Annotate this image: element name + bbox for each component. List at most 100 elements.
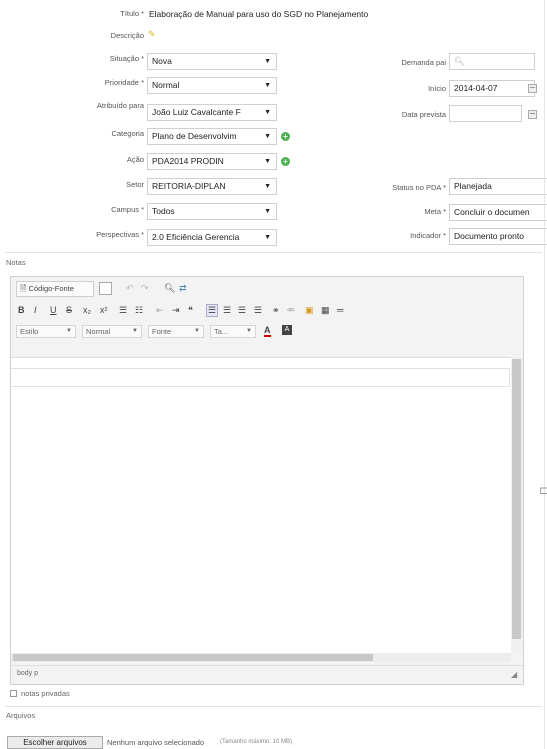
font-select[interactable]: Fonte ▼ xyxy=(148,325,204,338)
attachments-divider xyxy=(5,706,542,707)
attachments-label: Arquivos xyxy=(6,711,36,720)
situacao-label: Situação * xyxy=(109,54,144,63)
status-pda-label: Status no PDA * xyxy=(392,183,446,192)
atribuido-select[interactable]: João Luiz Cavalcante F ▼ xyxy=(147,104,277,121)
toolbar-row-1: 🗎 Código-Fonte ↶ ↷ 🔍︎ ⇄ xyxy=(16,281,216,299)
setor-select[interactable]: REITORIA-DIPLAN ▼ xyxy=(147,178,277,195)
source-button[interactable]: 🗎 Código-Fonte xyxy=(16,281,94,297)
demanda-pai-input[interactable]: 🔍︎ xyxy=(449,53,535,70)
chevron-down-icon: ▼ xyxy=(264,158,271,165)
notes-label: Notas xyxy=(6,258,26,267)
inicio-label: Início xyxy=(428,84,446,93)
descricao-label: Descrição xyxy=(110,31,144,40)
perspectivas-label: Perspectivas * xyxy=(96,230,144,239)
right-panel-border xyxy=(544,0,545,749)
style-select[interactable]: Estilo ▼ xyxy=(16,325,76,338)
format-select[interactable]: Normal ▼ xyxy=(82,325,142,338)
indent-icon[interactable]: ⇥ xyxy=(172,305,180,316)
chevron-down-icon: ▼ xyxy=(264,208,271,215)
editor-hscrollbar[interactable] xyxy=(11,653,511,662)
private-notes-checkbox[interactable] xyxy=(10,690,17,697)
demanda-pai-label: Demanda pai xyxy=(401,58,446,67)
titulo-value: Elaboração de Manual para uso do SGD no … xyxy=(149,9,369,19)
chevron-down-icon: ▼ xyxy=(264,234,271,241)
editor-paragraph xyxy=(11,368,510,387)
table-icon[interactable]: ▦ xyxy=(321,305,330,316)
align-left-icon[interactable]: ☰ xyxy=(206,304,219,317)
editor-vscrollbar[interactable] xyxy=(511,357,523,653)
data-prevista-input[interactable] xyxy=(449,105,522,122)
campus-label: Campus * xyxy=(111,205,144,214)
chevron-down-icon: ▼ xyxy=(264,58,271,65)
editor-content[interactable] xyxy=(11,357,511,653)
perspectivas-select[interactable]: 2.0 Eficiência Gerencia ▼ xyxy=(147,229,277,246)
atribuido-label: Atribuído para xyxy=(96,101,144,110)
link-icon[interactable]: ⚭ xyxy=(272,305,280,316)
inicio-input[interactable]: 2014-04-07 xyxy=(449,80,535,97)
chevron-down-icon: ▼ xyxy=(66,328,72,334)
chevron-down-icon: ▼ xyxy=(264,109,271,116)
titulo-label: Título * xyxy=(120,9,144,18)
image-icon[interactable]: ▣ xyxy=(305,305,314,316)
private-notes-label: notas privadas xyxy=(21,689,70,698)
chevron-down-icon: ▼ xyxy=(264,133,271,140)
outdent-icon[interactable]: ⇤ xyxy=(156,305,164,316)
calendar-icon[interactable] xyxy=(528,84,537,93)
redo-icon[interactable]: ↷ xyxy=(141,283,149,294)
toolbar-row-3: Estilo ▼ Normal ▼ Fonte ▼ Ta... ▼ A A xyxy=(16,325,496,339)
underline-icon[interactable]: U xyxy=(50,305,57,315)
status-pda-select[interactable]: Planejada xyxy=(449,178,547,195)
categoria-select[interactable]: Plano de Desenvolvim ▼ xyxy=(147,128,277,145)
acao-select[interactable]: PDA2014 PRODIN ▼ xyxy=(147,153,277,170)
chevron-down-icon: ▼ xyxy=(264,82,271,89)
resize-handle-icon[interactable]: ◢ xyxy=(511,670,517,679)
italic-icon[interactable]: I xyxy=(34,305,37,315)
categoria-label: Categoria xyxy=(111,129,144,138)
undo-icon[interactable]: ↶ xyxy=(126,283,134,294)
add-acao-icon[interactable]: + xyxy=(281,157,290,166)
find-icon[interactable]: 🔍︎ xyxy=(164,283,175,294)
editor-frame: 🗎 Código-Fonte ↶ ↷ 🔍︎ ⇄ B I U S x₂ x² ☰ … xyxy=(10,276,524,685)
scroll-thumb[interactable] xyxy=(512,359,521,639)
calendar-icon[interactable] xyxy=(528,110,537,119)
sidebar-toggle-icon[interactable]: ⊏ xyxy=(539,484,547,497)
new-page-icon[interactable] xyxy=(99,282,112,295)
campus-select[interactable]: Todos ▼ xyxy=(147,203,277,220)
text-color-icon[interactable]: A xyxy=(264,325,271,337)
align-center-icon[interactable]: ☰ xyxy=(223,305,231,316)
subscript-icon[interactable]: x₂ xyxy=(83,305,91,315)
indicador-label: Indicador * xyxy=(410,231,446,240)
prioridade-select[interactable]: Normal ▼ xyxy=(147,77,277,94)
indicador-select[interactable]: Documento pronto xyxy=(449,228,547,245)
superscript-icon[interactable]: x² xyxy=(100,305,108,315)
size-select[interactable]: Ta... ▼ xyxy=(210,325,256,338)
bold-icon[interactable]: B xyxy=(18,305,25,315)
setor-label: Setor xyxy=(126,180,144,189)
replace-icon[interactable]: ⇄ xyxy=(179,283,187,294)
chevron-down-icon: ▼ xyxy=(132,328,138,334)
choose-files-button[interactable]: Escolher arquivos xyxy=(7,736,103,749)
element-path[interactable]: body p xyxy=(17,670,38,677)
unlink-icon[interactable]: ⚮ xyxy=(287,305,295,316)
hscroll-thumb[interactable] xyxy=(13,654,373,661)
meta-select[interactable]: Concluir o documen xyxy=(449,204,547,221)
align-right-icon[interactable]: ☰ xyxy=(238,305,246,316)
search-icon: 🔍︎ xyxy=(454,56,465,66)
strikethrough-icon[interactable]: S xyxy=(66,305,72,315)
justify-icon[interactable]: ☰ xyxy=(254,305,262,316)
bg-color-icon[interactable]: A xyxy=(282,325,292,335)
add-categoria-icon[interactable]: + xyxy=(281,132,290,141)
source-icon: 🗎 xyxy=(20,284,27,293)
situacao-select[interactable]: Nova ▼ xyxy=(147,53,277,70)
chevron-down-icon: ▼ xyxy=(194,328,200,334)
acao-label: Ação xyxy=(126,155,144,164)
numbered-list-icon[interactable]: ☰ xyxy=(119,305,127,316)
horizontal-rule-icon[interactable]: ═ xyxy=(337,305,343,315)
blockquote-icon[interactable]: ❝ xyxy=(188,305,193,316)
bullet-list-icon[interactable]: ☷ xyxy=(135,305,143,316)
edit-pencil-icon[interactable]: ✎ xyxy=(148,29,156,40)
notes-divider xyxy=(5,252,542,253)
editor-statusbar: body p ◢ xyxy=(11,665,523,684)
max-size-text: (Tamanho máximo: 10 MB) xyxy=(220,739,293,745)
data-prevista-label: Data prevista xyxy=(401,110,446,119)
